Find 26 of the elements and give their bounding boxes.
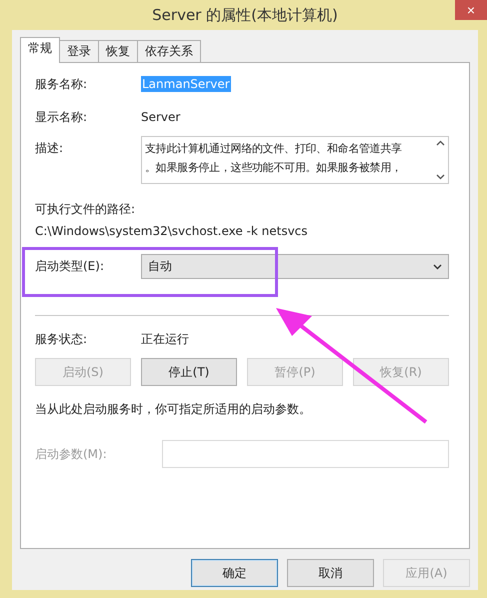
field-label: 启动参数(M): xyxy=(35,446,108,462)
chevron-down-icon xyxy=(433,264,442,270)
description-box[interactable]: 支持此计算机通过网络的文件、打印、和命名管道共享 。如果服务停止，这些功能不可用。如果服务被禁用， xyxy=(141,136,449,184)
field-label: 显示名称: xyxy=(35,108,88,126)
field-label: 描述: xyxy=(35,140,64,157)
field-label: 可执行文件的路径: xyxy=(35,200,136,218)
field-label: 服务状态: xyxy=(35,330,88,348)
scroll-up-icon[interactable] xyxy=(436,140,444,146)
description-line: 。如果服务停止，这些功能不可用。如果服务被禁用， xyxy=(145,160,403,176)
service-button[interactable]: 停止(T) xyxy=(141,358,237,386)
close-button[interactable]: × xyxy=(455,0,487,20)
display-name-value: Server xyxy=(141,110,180,124)
dialog-button[interactable]: 确定 xyxy=(191,559,278,587)
description-line: 支持此计算机通过网络的文件、打印、和命名管道共享 xyxy=(145,141,403,157)
path-value: C:\Windows\system32\svchost.exe -k netsvcs xyxy=(35,224,308,238)
tab[interactable]: 常规 xyxy=(20,37,60,63)
field-label: 服务名称: xyxy=(35,76,88,92)
field-label: 启动类型(E): xyxy=(35,258,105,275)
scroll-down-icon[interactable] xyxy=(436,174,444,180)
service-name-value: LanmanServer xyxy=(141,76,231,92)
status-value: 正在运行 xyxy=(141,330,189,348)
tab[interactable]: 依存关系 xyxy=(137,40,201,62)
window-title: Server 的属性(本地计算机) xyxy=(152,6,338,24)
dialog-button[interactable]: 取消 xyxy=(287,559,374,587)
hint-text: 当从此处启动服务时，你可指定所适用的启动参数。 xyxy=(35,400,311,418)
startup-type-dropdown[interactable]: 自动 xyxy=(141,254,449,279)
